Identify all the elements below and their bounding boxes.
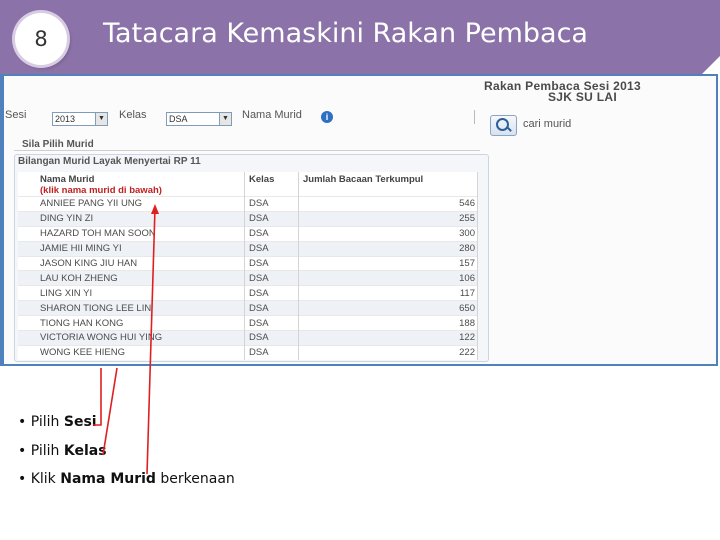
panel-heading: Bilangan Murid Layak Menyertai RP 11 xyxy=(18,156,201,167)
table-row[interactable]: HAZARD TOH MAN SOON DSA 300 xyxy=(18,225,478,242)
student-jumlah: 650 xyxy=(298,300,478,316)
student-name-link[interactable]: TIONG HAN KONG xyxy=(18,315,245,331)
student-name-link[interactable]: SHARON TIONG LEE LIN xyxy=(18,300,245,316)
bullet-klik-nama-murid: • Klik Nama Murid berkenaan xyxy=(18,471,235,487)
student-kelas: DSA xyxy=(244,270,299,286)
student-kelas: DSA xyxy=(244,300,299,316)
student-kelas: DSA xyxy=(244,210,299,227)
student-name-link[interactable]: ANNIEE PANG YII UNG xyxy=(18,196,245,212)
screenshot-content: Rakan Pembaca Sesi 2013 SJK SU LAI Sesi … xyxy=(4,76,716,364)
instruction-list: • Pilih Sesi • Pilih Kelas • Klik Nama M… xyxy=(18,414,235,500)
chevron-down-icon[interactable]: ▼ xyxy=(95,113,107,125)
table-header-row: Nama Murid (klik nama murid di bawah) Ke… xyxy=(18,172,478,197)
report-subtitle: SJK SU LAI xyxy=(548,90,618,104)
student-name-link[interactable]: JAMIE HII MING YI xyxy=(18,240,245,257)
table-row[interactable]: WONG KEE HIENG DSA 222 xyxy=(18,344,478,360)
student-kelas: DSA xyxy=(244,285,299,301)
student-jumlah: 117 xyxy=(298,285,478,301)
search-label: cari murid xyxy=(523,118,572,130)
nama-murid-label: Nama Murid xyxy=(242,109,302,121)
table-row[interactable]: DING YIN ZI DSA 255 xyxy=(18,210,478,227)
table-row[interactable]: TIONG HAN KONG DSA 188 xyxy=(18,315,478,331)
student-kelas: DSA xyxy=(244,196,299,212)
student-jumlah: 546 xyxy=(298,196,478,212)
column-header-jumlah[interactable]: Jumlah Bacaan Terkumpul xyxy=(298,172,478,197)
table-row[interactable]: LAU KOH ZHENG DSA 106 xyxy=(18,270,478,286)
student-jumlah: 106 xyxy=(298,270,478,286)
student-name-link[interactable]: VICTORIA WONG HUI YING xyxy=(18,330,245,346)
student-jumlah: 300 xyxy=(298,225,478,242)
student-name-link[interactable]: HAZARD TOH MAN SOON xyxy=(18,225,245,242)
table-row[interactable]: LING XIN YI DSA 117 xyxy=(18,285,478,301)
student-name-link[interactable]: LAU KOH ZHENG xyxy=(18,270,245,286)
application-screenshot: Rakan Pembaca Sesi 2013 SJK SU LAI Sesi … xyxy=(0,74,718,366)
student-jumlah: 188 xyxy=(298,315,478,331)
student-name-link[interactable]: JASON KING JIU HAN xyxy=(18,255,245,271)
student-jumlah: 280 xyxy=(298,240,478,257)
student-kelas: DSA xyxy=(244,225,299,242)
divider xyxy=(474,110,475,124)
student-name-link[interactable]: LING XIN YI xyxy=(18,285,245,301)
column-header-name-note: (klik nama murid di bawah) xyxy=(40,185,162,196)
slide-number: 8 xyxy=(15,13,67,65)
student-kelas: DSA xyxy=(244,330,299,346)
sesi-label: Sesi xyxy=(5,109,27,121)
column-header-name[interactable]: Nama Murid (klik nama murid di bawah) xyxy=(18,172,245,197)
sesi-select[interactable]: 2013 ▼ xyxy=(52,112,108,126)
info-icon[interactable]: i xyxy=(321,111,333,123)
chevron-down-icon[interactable]: ▼ xyxy=(219,113,231,125)
student-jumlah: 122 xyxy=(298,330,478,346)
student-kelas: DSA xyxy=(244,344,299,360)
search-button[interactable] xyxy=(490,115,517,136)
sesi-select-value: 2013 xyxy=(55,114,76,124)
bullet-pilih-sesi: • Pilih Sesi xyxy=(18,414,97,430)
section-heading: Sila Pilih Murid xyxy=(14,139,480,151)
student-kelas: DSA xyxy=(244,240,299,257)
column-header-kelas[interactable]: Kelas xyxy=(244,172,299,197)
corner-fold xyxy=(702,56,720,74)
table-row[interactable]: SHARON TIONG LEE LIN DSA 650 xyxy=(18,300,478,316)
kelas-select[interactable]: DSA ▼ xyxy=(166,112,232,126)
kelas-label: Kelas xyxy=(119,109,147,121)
column-header-name-label: Nama Murid xyxy=(40,174,95,185)
table-row[interactable]: JAMIE HII MING YI DSA 280 xyxy=(18,240,478,257)
student-name-link[interactable]: WONG KEE HIENG xyxy=(18,344,245,360)
table-row[interactable]: JASON KING JIU HAN DSA 157 xyxy=(18,255,478,271)
student-kelas: DSA xyxy=(244,315,299,331)
slide-title: Tatacara Kemaskini Rakan Pembaca xyxy=(103,18,588,49)
student-jumlah: 157 xyxy=(298,255,478,271)
student-kelas: DSA xyxy=(244,255,299,271)
student-table: Nama Murid (klik nama murid di bawah) Ke… xyxy=(18,172,478,360)
bullet-pilih-kelas: • Pilih Kelas xyxy=(18,442,107,459)
student-jumlah: 255 xyxy=(298,210,478,227)
student-name-link[interactable]: DING YIN ZI xyxy=(18,210,245,227)
table-row[interactable]: VICTORIA WONG HUI YING DSA 122 xyxy=(18,330,478,346)
table-row[interactable]: ANNIEE PANG YII UNG DSA 546 xyxy=(18,196,478,212)
student-jumlah: 222 xyxy=(298,344,478,360)
kelas-select-value: DSA xyxy=(169,114,188,124)
